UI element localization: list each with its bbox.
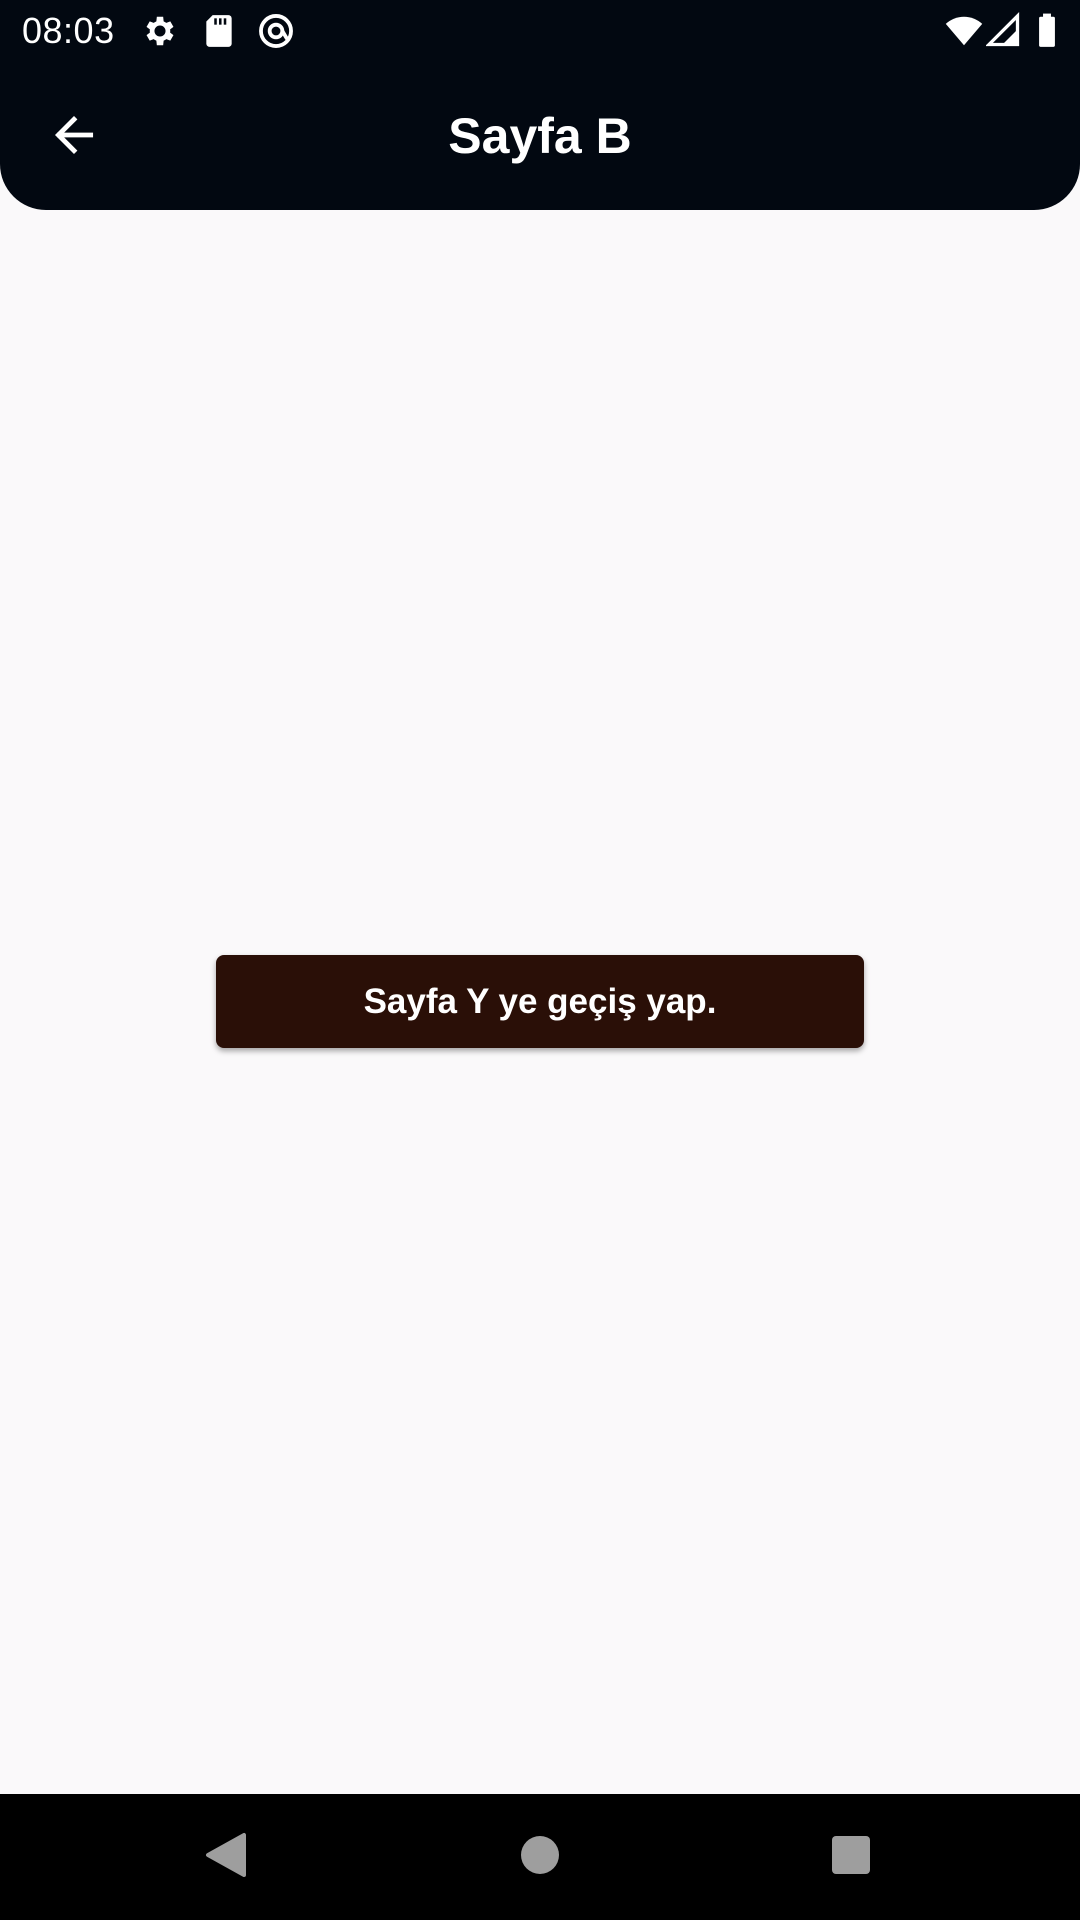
sd-card-icon (200, 12, 238, 50)
back-triangle-icon (204, 1831, 248, 1884)
battery-icon (1035, 12, 1059, 50)
nav-home-button[interactable] (512, 1829, 568, 1885)
gear-icon (141, 12, 179, 50)
recents-square-icon (831, 1835, 871, 1880)
status-time: 08:03 (22, 10, 115, 51)
signal-icon (985, 12, 1024, 50)
nav-recents-button[interactable] (823, 1829, 879, 1885)
nav-back-button[interactable] (198, 1829, 254, 1885)
app-bar: Sayfa B (0, 63, 1080, 210)
system-nav-bar (0, 1794, 1080, 1920)
at-sign-icon (257, 12, 295, 50)
status-bar: 08:03 (0, 0, 1080, 63)
wifi-icon (944, 12, 983, 50)
go-to-page-y-button[interactable]: Sayfa Y ye geçiş yap. (216, 955, 864, 1048)
page-title: Sayfa B (448, 108, 632, 164)
home-circle-icon (520, 1835, 560, 1880)
